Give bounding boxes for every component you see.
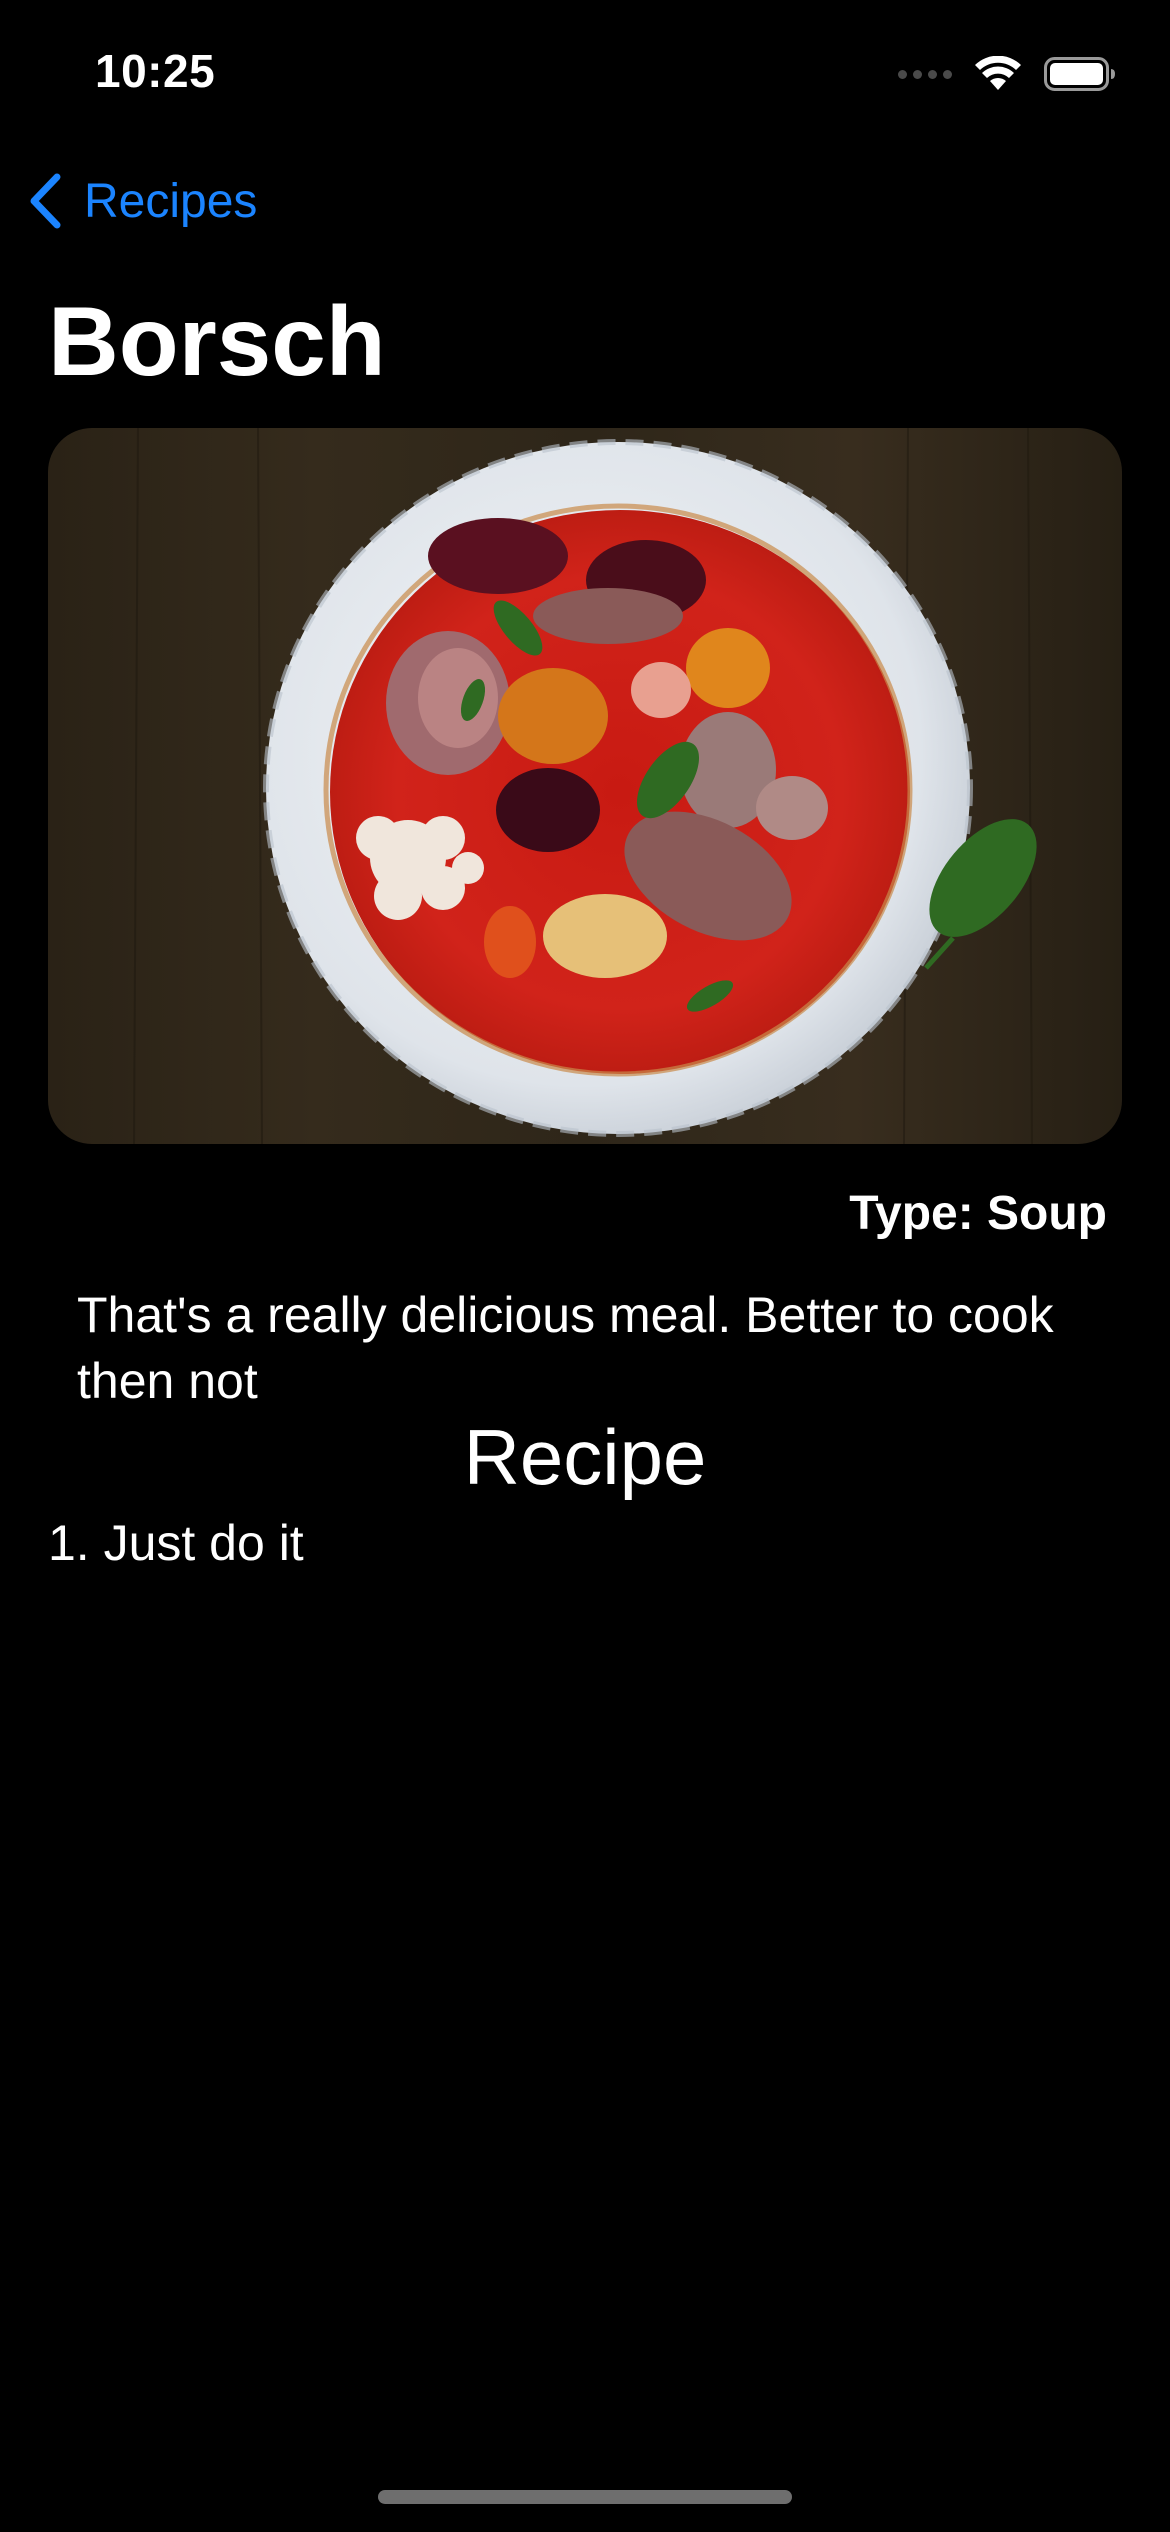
back-button[interactable]: Recipes — [26, 172, 257, 230]
status-bar: 10:25 — [0, 0, 1170, 140]
battery-icon — [1044, 57, 1115, 91]
wifi-icon — [975, 56, 1021, 90]
meal-description: That's a really delicious meal. Better t… — [77, 1287, 1054, 1409]
recipe-steps: 1. Just do it — [48, 1510, 304, 1576]
back-button-label: Recipes — [84, 174, 258, 228]
borsch-photo — [48, 428, 1122, 1144]
recipe-heading: Recipe — [463, 1413, 707, 1501]
chevron-left-icon — [30, 173, 61, 229]
status-icons — [898, 52, 1116, 96]
status-time: 10:25 — [95, 45, 216, 97]
page-title: Borsch — [48, 286, 386, 396]
meal-type: Type: Soup — [849, 1187, 1107, 1240]
recipe-step: 1. Just do it — [48, 1515, 304, 1571]
cellular-signal-icon — [898, 69, 952, 79]
home-indicator[interactable] — [378, 2490, 792, 2504]
